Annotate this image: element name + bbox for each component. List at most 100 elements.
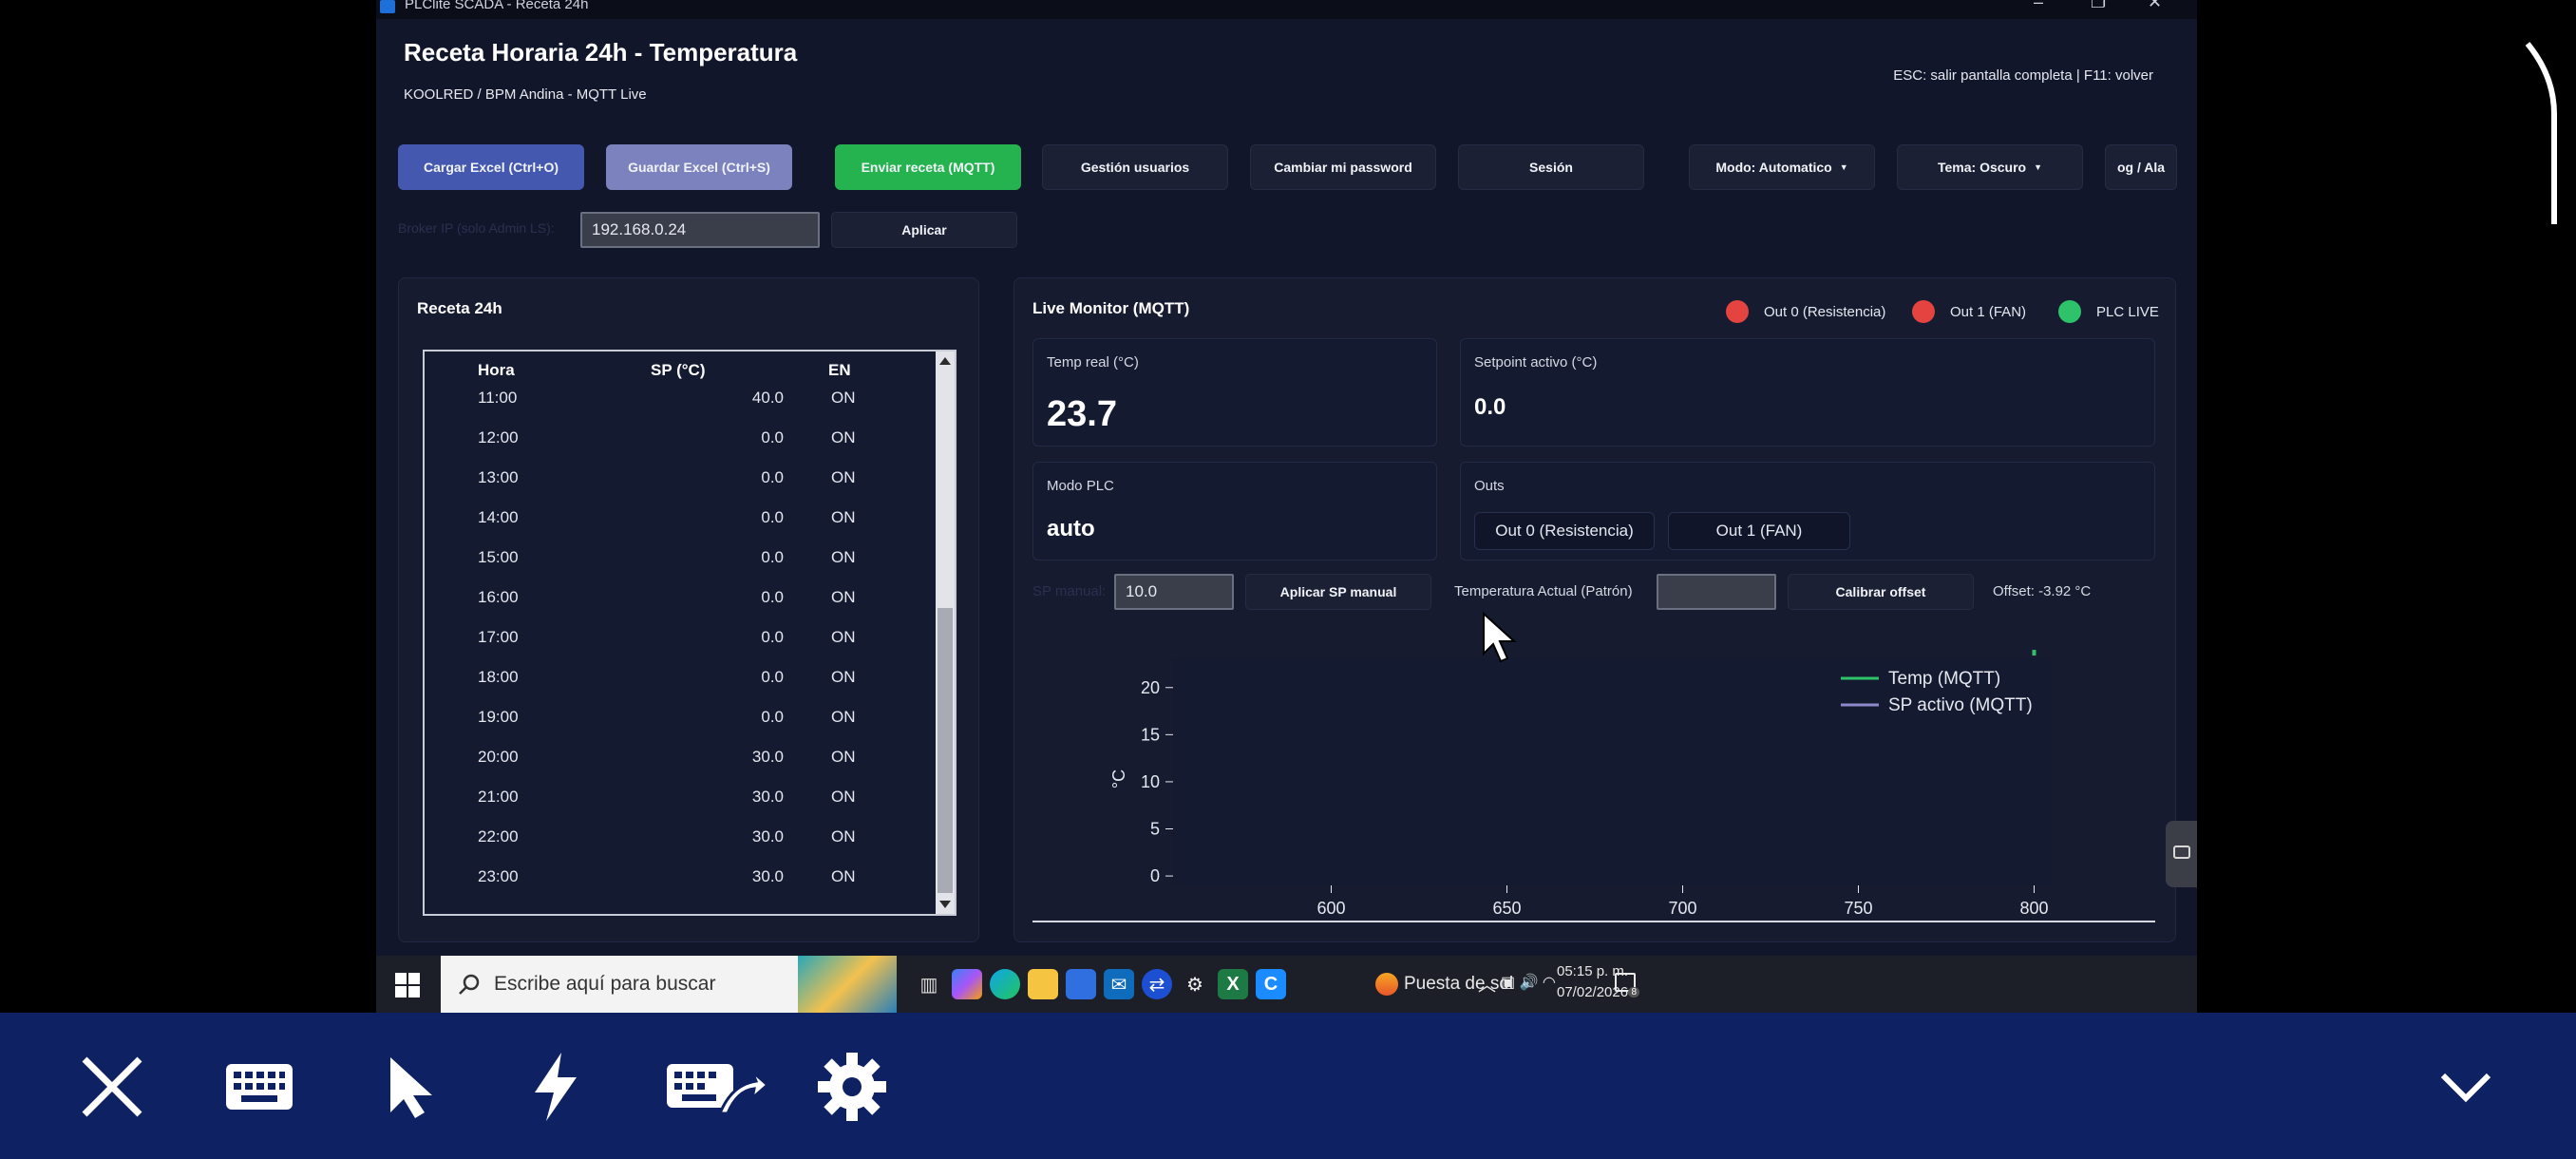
save-excel-button[interactable]: Guardar Excel (Ctrl+S)	[606, 144, 792, 190]
mode-dropdown[interactable]: Modo: Automatico ▼	[1689, 144, 1875, 190]
calibrate-offset-button[interactable]: Calibrar offset	[1788, 574, 1974, 610]
tray-chevron-icon[interactable]: ︿	[1478, 971, 1496, 997]
window-title: PLClite SCADA - Receta 24h	[405, 0, 589, 12]
column-header-sp: SP (°C)	[651, 361, 706, 379]
title-bar: PLClite SCADA - Receta 24h – ❐ ✕	[376, 0, 2197, 19]
chart-plot-area: 0 5 10 15 20 600 650 700 750 800	[1141, 650, 2053, 918]
out0-button[interactable]: Out 0 (Resistencia)	[1474, 512, 1655, 550]
cell-hora: 12:00	[478, 428, 519, 446]
temp-label: Temp real (°C)	[1047, 354, 1139, 370]
table-row[interactable]: 21:00 30.0 ON	[425, 777, 936, 817]
broker-ip-input[interactable]: 192.168.0.24	[580, 212, 820, 248]
excel-icon[interactable]: X	[1218, 969, 1248, 999]
out1-button[interactable]: Out 1 (FAN)	[1668, 512, 1850, 550]
table-row[interactable]: 17:00 0.0 ON	[425, 618, 936, 657]
edge-icon[interactable]	[990, 969, 1020, 999]
x-tick-label: 750	[1844, 899, 1872, 918]
side-handle[interactable]	[2166, 821, 2197, 887]
chevron-down-icon: ▼	[2034, 162, 2043, 172]
recipe-table[interactable]: Hora SP (°C) EN 11:00 40.0 ON 12:00 0.0 ON 13:…	[423, 350, 957, 916]
tray-status-icons[interactable]: ▣ 🔊 ◠	[1501, 973, 1556, 992]
table-row[interactable]: 18:00 0.0 ON	[425, 657, 936, 697]
session-button[interactable]: Sesión	[1458, 144, 1644, 190]
cell-en: ON	[831, 588, 856, 606]
setpoint-card: Setpoint activo (°C) 0.0	[1460, 338, 2155, 446]
y-tick-label: 5	[1150, 820, 1160, 839]
apply-sp-button[interactable]: Aplicar SP manual	[1245, 574, 1431, 610]
scroll-thumb[interactable]	[938, 608, 953, 893]
broker-label: Broker IP (solo Admin LS):	[398, 220, 555, 236]
pointer-icon[interactable]	[373, 1049, 449, 1125]
theme-label: Tema: Oscuro	[1937, 160, 2027, 175]
offset-label: Offset: -3.92 °C	[1993, 583, 2092, 599]
notifications-icon[interactable]: 8	[1615, 973, 1639, 998]
table-row[interactable]: 13:00 0.0 ON	[425, 458, 936, 498]
table-row[interactable]: 11:00 40.0 ON	[425, 378, 936, 418]
table-row[interactable]: 19:00 0.0 ON	[425, 697, 936, 737]
table-row[interactable]: 14:00 0.0 ON	[425, 498, 936, 538]
weather-text[interactable]: Puesta de sol	[1404, 974, 1513, 995]
table-header: Hora SP (°C) EN	[425, 352, 936, 379]
windows-start-icon[interactable]	[395, 973, 420, 998]
task-view-icon[interactable]: ▥	[914, 969, 944, 999]
cell-hora: 16:00	[478, 588, 519, 606]
table-row[interactable]: 16:00 0.0 ON	[425, 578, 936, 618]
send-recipe-button[interactable]: Enviar receta (MQTT)	[835, 144, 1021, 190]
plot-background	[1172, 658, 2053, 886]
cell-hora: 22:00	[478, 827, 519, 846]
settings-app-icon[interactable]: ⚙	[1180, 969, 1210, 999]
temp-actual-input[interactable]	[1657, 574, 1776, 610]
log-button[interactable]: og / Ala	[2105, 144, 2177, 190]
lightning-icon[interactable]	[518, 1049, 594, 1125]
taskbar-search[interactable]: Escribe aquí para buscar	[441, 956, 897, 1013]
settings-icon[interactable]	[814, 1049, 890, 1125]
table-row[interactable]: 23:00 30.0 ON	[425, 857, 936, 897]
viewer-scroll-indicator[interactable]	[2522, 38, 2560, 228]
out0-legend-label: Out 0 (Resistencia)	[1764, 304, 1886, 320]
column-header-en: EN	[828, 361, 851, 379]
keyboard-icon[interactable]	[221, 1049, 297, 1125]
scroll-down-icon[interactable]	[939, 901, 951, 908]
users-button[interactable]: Gestión usuarios	[1042, 144, 1228, 190]
cell-sp: 0.0	[761, 628, 784, 646]
outlook-icon[interactable]: ✉	[1104, 969, 1134, 999]
setpoint-value: 0.0	[1474, 394, 1506, 420]
mouse-cursor-icon	[1483, 612, 1517, 663]
table-row[interactable]: 15:00 0.0 ON	[425, 538, 936, 578]
cell-sp: 30.0	[751, 788, 784, 806]
chart-y-label: °C	[1109, 770, 1128, 788]
table-scrollbar[interactable]	[936, 352, 955, 914]
plclite-app-icon[interactable]: C	[1256, 969, 1286, 999]
windows-taskbar: Escribe aquí para buscar ▥ ✉ ⇄ ⚙ X C Pue…	[376, 956, 2197, 1013]
cell-en: ON	[831, 748, 856, 766]
table-row[interactable]: 22:00 30.0 ON	[425, 817, 936, 857]
remote-control-toolbar	[0, 1013, 2576, 1159]
sp-manual-input[interactable]: 10.0	[1114, 574, 1234, 610]
cell-en: ON	[831, 628, 856, 646]
out1-legend-label: Out 1 (FAN)	[1950, 304, 2027, 320]
teamviewer-icon[interactable]: ⇄	[1142, 969, 1172, 999]
chevron-down-icon[interactable]	[2428, 1049, 2504, 1125]
change-password-button[interactable]: Cambiar mi password	[1250, 144, 1436, 190]
cell-sp: 0.0	[761, 708, 784, 726]
table-row[interactable]: 12:00 0.0 ON	[425, 418, 936, 458]
store-icon[interactable]	[1066, 969, 1096, 999]
temp-actual-label: Temperatura Actual (Patrón)	[1454, 583, 1633, 599]
table-row[interactable]: 20:00 30.0 ON	[425, 737, 936, 777]
file-explorer-icon[interactable]	[1028, 969, 1058, 999]
legend-label: Temp (MQTT)	[1888, 669, 2000, 689]
close-icon[interactable]	[74, 1049, 150, 1125]
broker-apply-button[interactable]: Aplicar	[831, 212, 1017, 248]
minimize-icon[interactable]: –	[2034, 0, 2043, 12]
scroll-up-icon[interactable]	[939, 357, 951, 365]
load-excel-button[interactable]: Cargar Excel (Ctrl+O)	[398, 144, 584, 190]
close-window-icon[interactable]: ✕	[2148, 0, 2162, 12]
plc-live-status-dot	[2058, 300, 2081, 323]
cell-sp: 30.0	[751, 867, 784, 885]
restore-icon[interactable]: ❐	[2091, 0, 2106, 12]
theme-dropdown[interactable]: Tema: Oscuro ▼	[1897, 144, 2083, 190]
keyboard-shortcut-icon[interactable]	[665, 1049, 769, 1125]
mode-label: Modo: Automatico	[1715, 160, 1832, 175]
y-tick-label: 15	[1141, 725, 1160, 744]
copilot-icon[interactable]	[952, 969, 982, 999]
